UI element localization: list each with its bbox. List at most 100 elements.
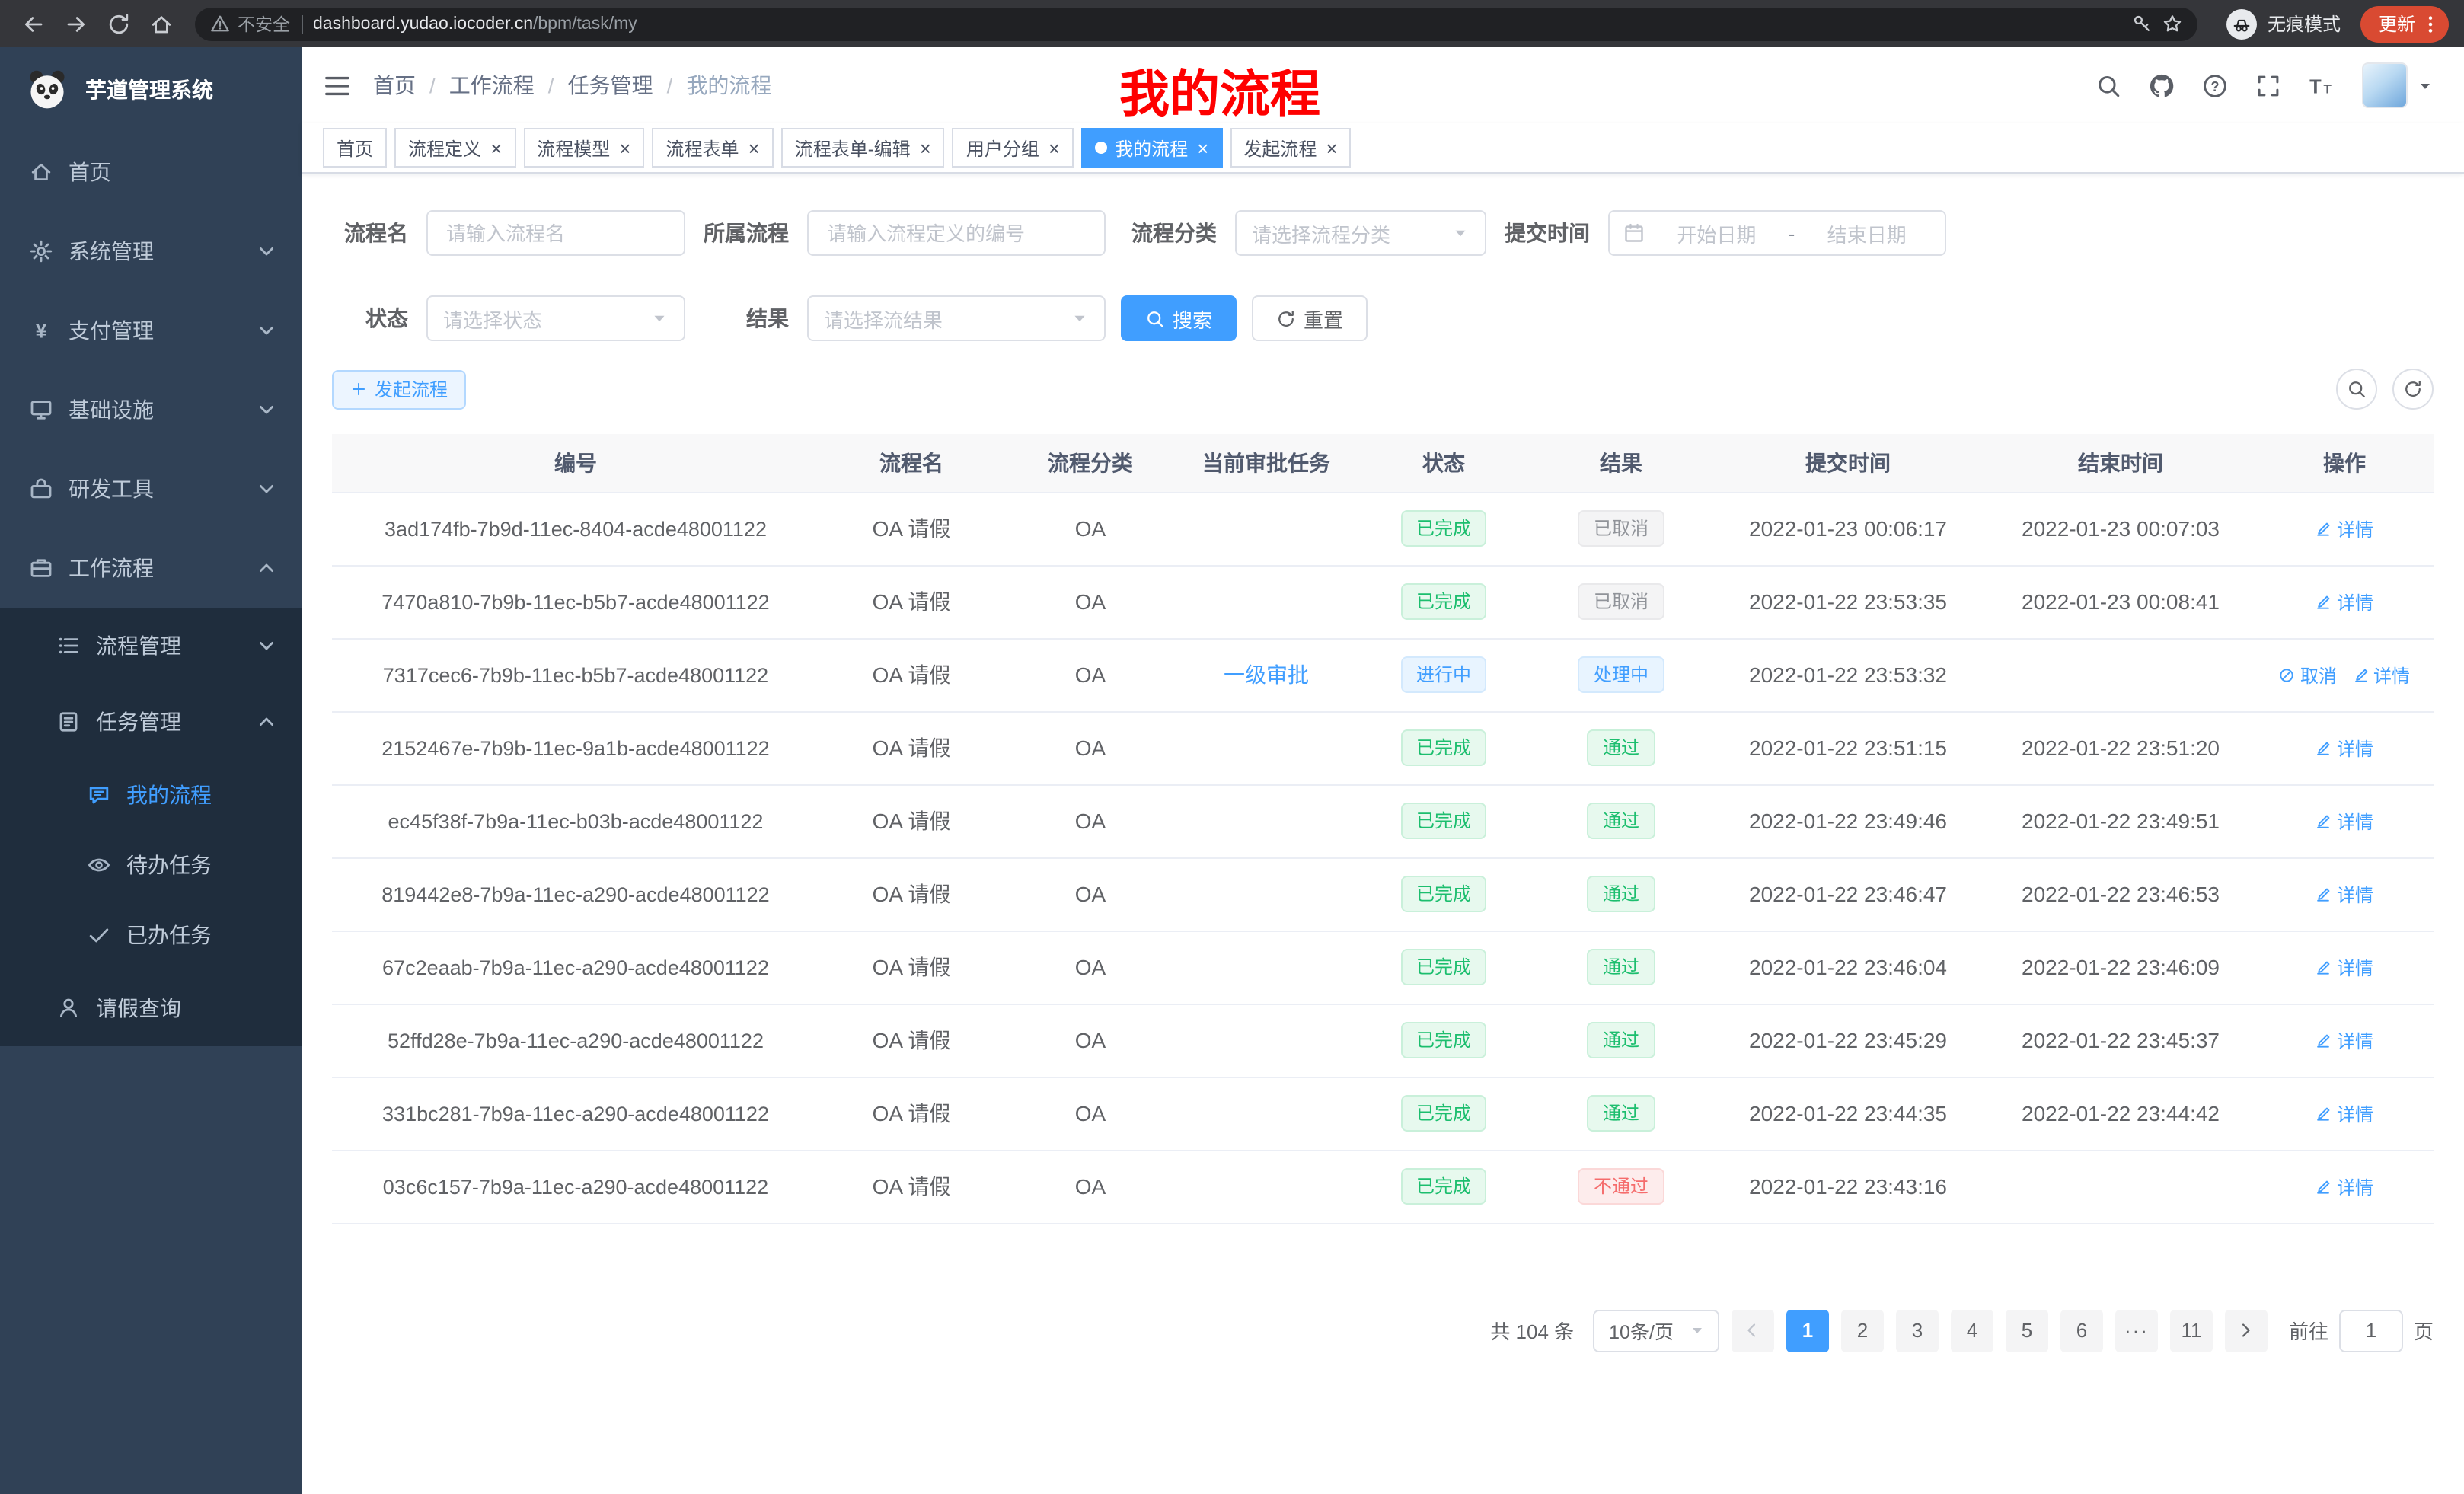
detail-action-link[interactable]: 详情: [2316, 516, 2373, 541]
bookmark-star-icon[interactable]: [2162, 14, 2182, 34]
github-icon[interactable]: [2149, 72, 2175, 98]
sidebar-item-task-management[interactable]: 任务管理: [0, 684, 302, 760]
tab-process-form-edit[interactable]: 流程表单-编辑×: [781, 128, 945, 168]
close-tab-icon[interactable]: ×: [748, 138, 760, 158]
jump-page-input[interactable]: [2339, 1309, 2403, 1352]
current-task-link[interactable]: 一级审批: [1224, 662, 1309, 687]
process-category-select[interactable]: 请选择流程分类: [1235, 210, 1486, 256]
hamburger-icon[interactable]: [323, 71, 352, 100]
browser-home-icon[interactable]: [143, 6, 178, 41]
pagination-ellipsis[interactable]: ···: [2115, 1309, 2158, 1352]
prev-page-button[interactable]: [1732, 1309, 1774, 1352]
chevron-up-icon: [253, 710, 280, 734]
sidebar-item-payment-management[interactable]: ¥支付管理: [0, 291, 302, 370]
sidebar-item-leave-query[interactable]: 请假查询: [0, 970, 302, 1046]
sidebar-item-home[interactable]: 首页: [0, 132, 302, 212]
result-badge: 通过: [1588, 803, 1655, 840]
browser-back-icon[interactable]: [15, 6, 50, 41]
tab-process-form[interactable]: 流程表单 ×: [652, 128, 773, 168]
detail-action-link[interactable]: 详情: [2316, 589, 2373, 615]
tab-initiate-process[interactable]: 发起流程×: [1230, 128, 1351, 168]
sidebar-item-system-management[interactable]: 系统管理: [0, 212, 302, 291]
page-button-5[interactable]: 5: [2006, 1309, 2048, 1352]
cancel-action-link[interactable]: 取消: [2279, 662, 2337, 688]
close-tab-icon[interactable]: ×: [920, 138, 931, 158]
question-icon[interactable]: ?: [2202, 72, 2228, 98]
table-header-row: 编号流程名流程分类当前审批任务状态结果提交时间结束时间操作: [332, 434, 2434, 492]
close-tab-icon[interactable]: ×: [1048, 138, 1060, 158]
detail-action-link[interactable]: 详情: [2316, 808, 2373, 834]
page-button-11[interactable]: 11: [2170, 1309, 2213, 1352]
refresh-table-button[interactable]: [2392, 369, 2434, 410]
reset-button[interactable]: 重置: [1252, 295, 1368, 341]
cell-name: OA 请假: [819, 931, 1004, 1004]
process-name-input[interactable]: [426, 210, 685, 256]
search-button[interactable]: 搜索: [1121, 295, 1237, 341]
toggle-search-button[interactable]: [2336, 369, 2377, 410]
tab-label: 流程模型: [537, 135, 610, 161]
security-chip[interactable]: 不安全: [210, 11, 290, 36]
create-process-button[interactable]: 发起流程: [332, 369, 466, 409]
user-menu[interactable]: [2362, 62, 2434, 108]
tab-user-group[interactable]: 用户分组×: [953, 128, 1074, 168]
sidebar-item-infrastructure[interactable]: 基础设施: [0, 370, 302, 449]
page-button-6[interactable]: 6: [2060, 1309, 2103, 1352]
tab-home[interactable]: 首页: [323, 128, 387, 168]
breadcrumb-item-1[interactable]: 工作流程: [449, 70, 535, 101]
tab-label: 流程表单: [665, 135, 739, 161]
cell-id: 67c2eaab-7b9a-11ec-a290-acde48001122: [332, 931, 819, 1004]
update-button[interactable]: 更新: [2360, 5, 2449, 42]
status-select[interactable]: 请选择状态: [426, 295, 685, 341]
process-definition-input[interactable]: [807, 210, 1106, 256]
submit-time-range[interactable]: 开始日期-结束日期: [1608, 210, 1946, 256]
browser-reload-icon[interactable]: [101, 6, 136, 41]
detail-action-link[interactable]: 详情: [2316, 1100, 2373, 1126]
breadcrumb-item-3: 我的流程: [686, 70, 771, 101]
key-icon[interactable]: [2132, 14, 2152, 34]
tab-process-model[interactable]: 流程模型 ×: [523, 128, 644, 168]
svg-text:¥: ¥: [35, 320, 46, 343]
breadcrumb-item-0[interactable]: 首页: [373, 70, 416, 101]
detail-action-link[interactable]: 详情: [2316, 1173, 2373, 1199]
sidebar-item-done-tasks[interactable]: 已办任务: [0, 900, 302, 970]
fullscreen-icon[interactable]: [2255, 72, 2281, 98]
page-button-1[interactable]: 1: [1786, 1309, 1829, 1352]
page-button-4[interactable]: 4: [1951, 1309, 1993, 1352]
close-tab-icon[interactable]: ×: [1197, 138, 1208, 158]
cell-current-task: [1177, 711, 1355, 784]
cell-actions: 详情: [2255, 565, 2434, 638]
chevron-up-icon: [253, 556, 280, 580]
page-button-3[interactable]: 3: [1896, 1309, 1939, 1352]
page-button-2[interactable]: 2: [1841, 1309, 1884, 1352]
detail-action-link[interactable]: 详情: [2316, 954, 2373, 980]
cell-category: OA: [1004, 1004, 1177, 1077]
detail-action-link[interactable]: 详情: [2316, 1027, 2373, 1053]
next-page-button[interactable]: [2225, 1309, 2268, 1352]
cell-category: OA: [1004, 565, 1177, 638]
sidebar-item-process-management[interactable]: 流程管理: [0, 608, 302, 684]
app-frame: 芋道管理系统 首页系统管理¥支付管理基础设施研发工具工作流程流程管理任务管理我的…: [0, 47, 2464, 1494]
tab-my-process[interactable]: 我的流程×: [1081, 128, 1222, 168]
tab-process-definition[interactable]: 流程定义×: [394, 128, 515, 168]
close-tab-icon[interactable]: ×: [1326, 138, 1337, 158]
page-size-select[interactable]: 10条/页: [1592, 1309, 1719, 1352]
browser-forward-icon[interactable]: [58, 6, 93, 41]
address-bar[interactable]: 不安全 dashboard.yudao.iocoder.cn/bpm/task/…: [195, 7, 2197, 40]
breadcrumb-separator: /: [548, 73, 554, 97]
sidebar-item-workflow[interactable]: 工作流程: [0, 528, 302, 608]
search-icon[interactable]: [2095, 72, 2121, 98]
breadcrumb-item-2[interactable]: 任务管理: [568, 70, 653, 101]
sidebar-item-todo-tasks[interactable]: 待办任务: [0, 830, 302, 900]
font-size-icon[interactable]: TT: [2309, 72, 2335, 98]
detail-action-link[interactable]: 详情: [2316, 881, 2373, 907]
result-select[interactable]: 请选择流结果: [807, 295, 1106, 341]
detail-action-link[interactable]: 详情: [2316, 735, 2373, 761]
edit-icon: [2316, 959, 2332, 975]
column-header-2: 流程分类: [1004, 434, 1177, 492]
close-tab-icon[interactable]: ×: [619, 138, 630, 158]
sidebar-item-my-process[interactable]: 我的流程: [0, 760, 302, 830]
close-tab-icon[interactable]: ×: [490, 138, 502, 158]
sidebar-item-dev-tools[interactable]: 研发工具: [0, 449, 302, 528]
detail-action-link[interactable]: 详情: [2352, 662, 2410, 688]
app-logo[interactable]: 芋道管理系统: [0, 47, 302, 132]
